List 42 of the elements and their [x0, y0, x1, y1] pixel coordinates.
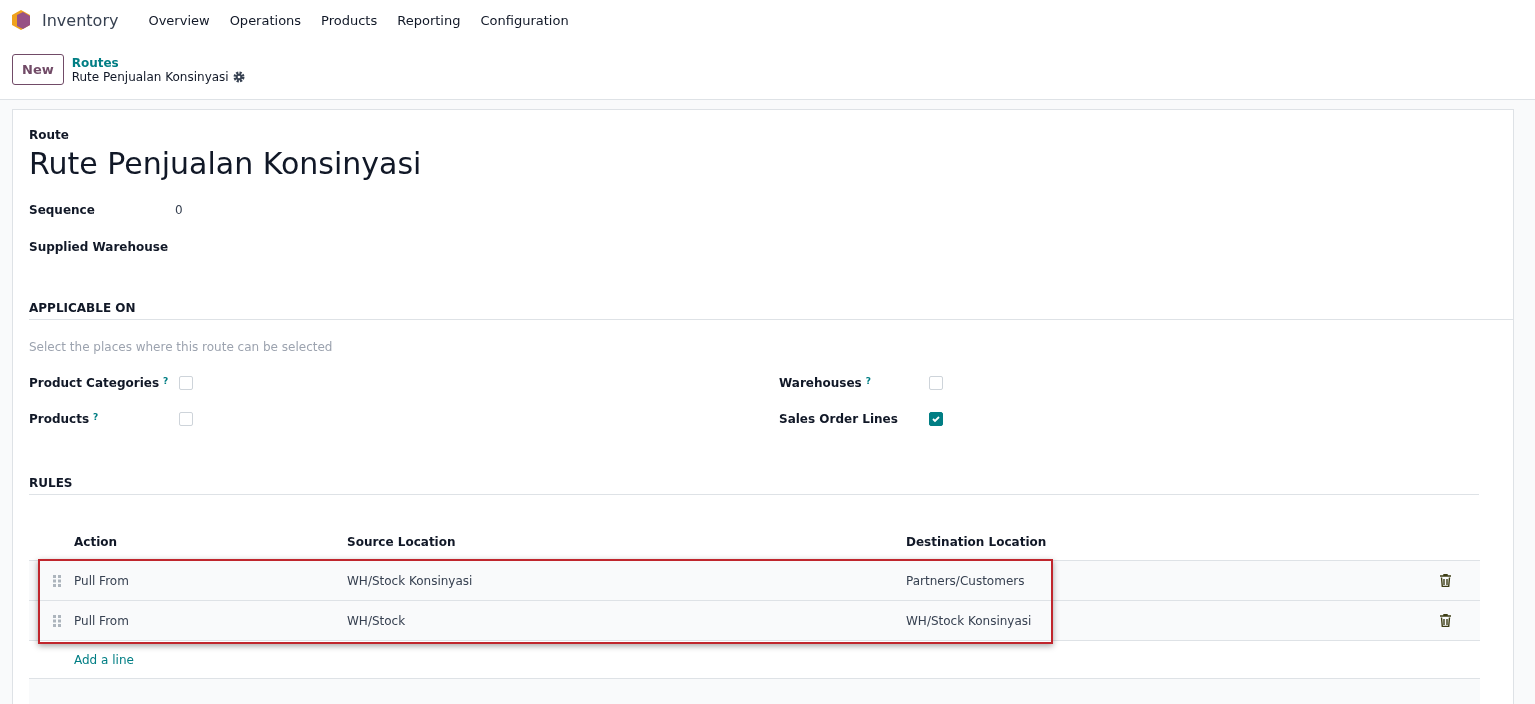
menu-item[interactable]: Operations	[219, 12, 312, 28]
table-cell-text: Partners/Customers	[906, 573, 1026, 588]
menu-item[interactable]: Reporting	[387, 12, 471, 28]
column-header[interactable]: Source Location	[347, 534, 906, 549]
drag-handle-icon[interactable]	[53, 614, 61, 627]
trash-icon[interactable]	[1440, 574, 1451, 587]
new-button[interactable]: New	[12, 54, 64, 85]
help-tooltip[interactable]: ?	[865, 376, 871, 390]
checkbox[interactable]	[929, 412, 943, 426]
menu-item[interactable]: Configuration	[470, 12, 579, 28]
table-cell-text: Pull From	[74, 573, 130, 588]
table-cell-text: WH/Stock Konsinyasi	[347, 573, 474, 588]
menu-item[interactable]: Products	[311, 12, 388, 28]
table-cell-text: Pull From	[74, 613, 130, 628]
option-label: Products	[29, 412, 90, 426]
option-label: Sales Order Lines	[779, 412, 898, 426]
drag-handle-icon[interactable]	[53, 574, 61, 587]
breadcrumb-link[interactable]: Routes	[71, 55, 245, 70]
field-value[interactable]: 0	[175, 202, 1497, 217]
section-title: APPLICABLE ON	[29, 301, 137, 315]
option-label: Product Categories	[29, 376, 160, 390]
column-header[interactable]: Action	[74, 534, 347, 549]
route-name[interactable]: Rute Penjualan Konsinyasi	[29, 146, 1497, 181]
menu-item[interactable]: Overview	[138, 12, 220, 28]
app-logo-icon	[10, 9, 32, 31]
field-label: Sequence	[29, 202, 96, 217]
app-name[interactable]: Inventory	[42, 10, 119, 30]
column-header[interactable]: Destination Location	[906, 534, 1440, 549]
table-cell-text: WH/Stock Konsinyasi	[906, 613, 1033, 628]
field-label: Supplied Warehouse	[29, 239, 170, 254]
table-cell-text: WH/Stock	[347, 613, 407, 628]
help-tooltip[interactable]: ?	[163, 376, 169, 390]
trash-icon[interactable]	[1440, 614, 1451, 627]
section-hint: Select the places where this route can be selected	[29, 340, 334, 354]
record-name: Rute Penjualan Konsinyasi	[71, 69, 229, 84]
option-label: Warehouses	[779, 376, 862, 390]
settings-icon[interactable]	[232, 70, 245, 83]
help-tooltip[interactable]: ?	[93, 412, 99, 426]
check-icon	[931, 414, 941, 424]
section-title: RULES	[29, 476, 74, 490]
route-label: Route	[29, 128, 70, 142]
add-line-link[interactable]: Add a line	[74, 652, 134, 667]
